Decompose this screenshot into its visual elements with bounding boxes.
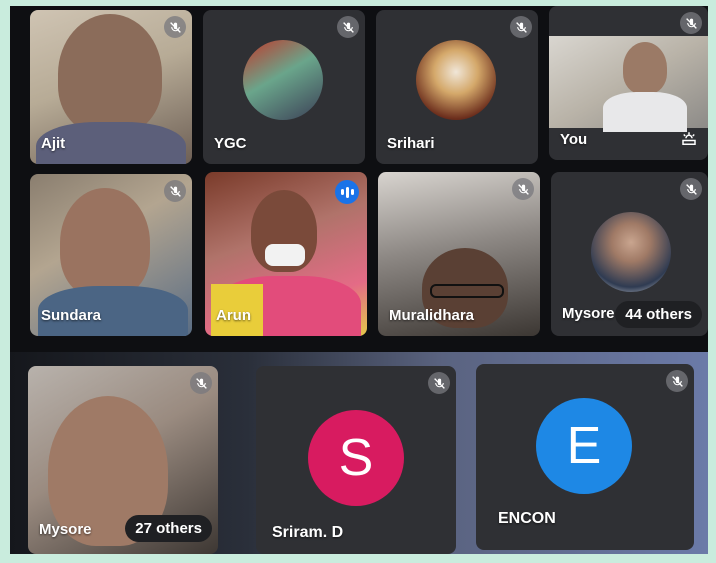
mic-off-icon <box>680 178 702 200</box>
others-count-badge[interactable]: 44 others <box>615 301 702 328</box>
participant-name: Mysore <box>39 521 92 538</box>
second-screen-panel: Mysore 27 others S Sriram. D E ENCON <box>10 352 708 554</box>
participant-tile-you[interactable]: You <box>549 6 708 160</box>
participant-tile-arun[interactable]: Arun <box>205 172 367 336</box>
eyeglasses <box>430 284 504 298</box>
profile-photo <box>416 40 496 120</box>
profile-photo <box>243 40 323 120</box>
self-person <box>623 42 667 94</box>
you-options-icon[interactable] <box>680 130 698 148</box>
initial-avatar: E <box>536 398 632 494</box>
mic-off-icon <box>680 12 702 34</box>
participant-tile-ygc[interactable]: YGC <box>203 10 365 164</box>
participant-tile-sundara[interactable]: Sundara <box>30 174 192 336</box>
participant-name: Sriram. D <box>272 524 344 541</box>
others-count-badge[interactable]: 27 others <box>125 515 212 542</box>
mic-off-icon <box>510 16 532 38</box>
mic-off-icon <box>666 370 688 392</box>
mic-off-icon <box>428 372 450 394</box>
participant-name: ENCON <box>498 510 556 527</box>
participant-name: Muralidhara <box>389 307 475 324</box>
participant-name: Arun <box>216 307 251 324</box>
mic-off-icon <box>164 16 186 38</box>
speaking-indicator-icon <box>335 180 359 204</box>
profile-photo <box>591 212 671 292</box>
participant-tile-encon[interactable]: E ENCON <box>476 364 694 550</box>
participant-name: Ajit <box>41 135 66 152</box>
participant-name: Srihari <box>387 135 435 152</box>
participant-name: Sundara <box>41 307 102 324</box>
participant-name: Mysore <box>562 305 615 322</box>
participant-video <box>60 188 150 298</box>
face-mask <box>265 244 305 266</box>
participant-tile-sriram-d[interactable]: S Sriram. D <box>256 366 456 554</box>
participant-video <box>58 14 162 134</box>
participant-name: YGC <box>214 135 247 152</box>
participant-tile-ajit[interactable]: Ajit <box>30 10 192 164</box>
participant-tile-srihari[interactable]: Srihari <box>376 10 538 164</box>
participant-tile-mysore-group[interactable]: Mysore 44 others <box>551 172 708 336</box>
meeting-screen: Ajit YGC Srihari You Sundara Arun Murali… <box>10 6 708 554</box>
participant-name: You <box>560 131 588 148</box>
initial-avatar: S <box>308 410 404 506</box>
self-shirt <box>603 92 687 132</box>
mic-off-icon <box>512 178 534 200</box>
mic-off-icon <box>164 180 186 202</box>
participant-tile-muralidhara[interactable]: Muralidhara <box>378 172 540 336</box>
participant-tile-mysore-group-2[interactable]: Mysore 27 others <box>28 366 218 554</box>
self-video <box>549 36 708 132</box>
mic-off-icon <box>190 372 212 394</box>
mic-off-icon <box>337 16 359 38</box>
